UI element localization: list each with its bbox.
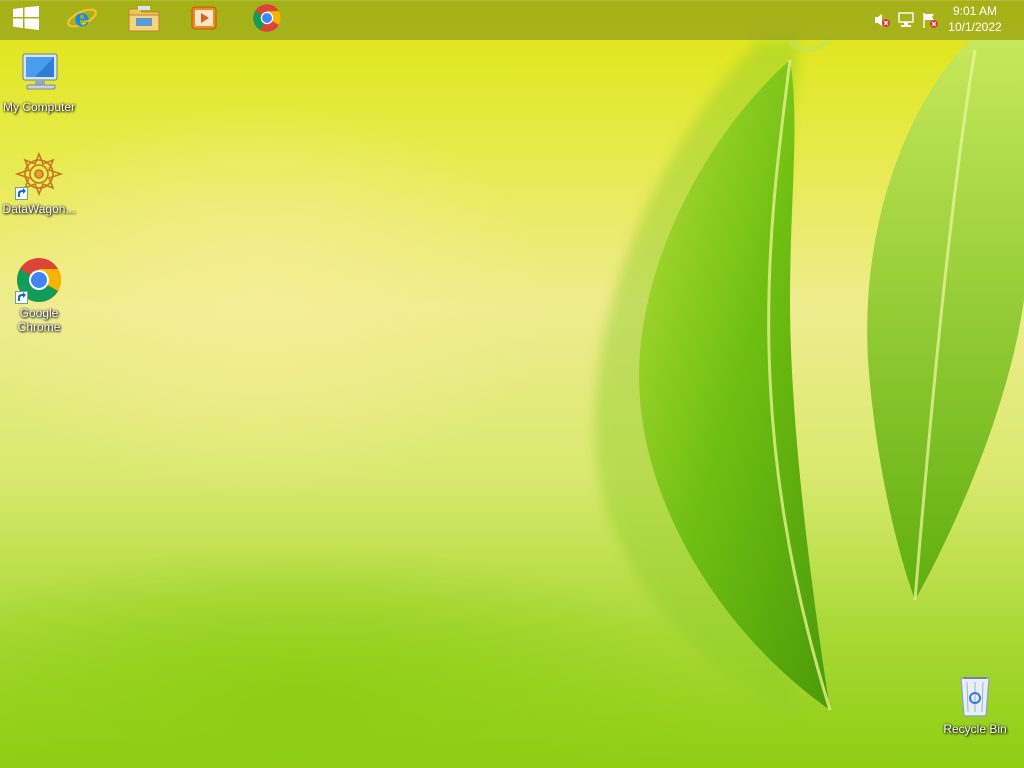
desktop-icon-my-computer[interactable]: My Computer	[0, 50, 79, 114]
datawagon-icon	[14, 151, 64, 200]
folder-icon	[128, 4, 160, 36]
desktop-icon-label: Recycle Bin	[943, 722, 1007, 736]
volume-muted-icon[interactable]	[873, 11, 891, 29]
taskbar: e 9:01 AM 10/1/2022	[0, 0, 1024, 40]
start-button[interactable]	[0, 0, 52, 40]
desktop-icon-label: Google Chrome	[17, 306, 61, 334]
clock-date: 10/1/2022	[948, 20, 1002, 34]
wallpaper-leaves	[594, 37, 1024, 720]
taskbar-google-chrome[interactable]	[241, 0, 293, 40]
system-clock[interactable]: 9:01 AM 10/1/2022	[940, 3, 1010, 35]
svg-text:e: e	[74, 3, 89, 32]
action-center-flag-icon[interactable]	[921, 11, 939, 29]
desktop-icon-google-chrome[interactable]: Google Chrome	[0, 256, 79, 334]
chrome-icon	[15, 256, 63, 304]
taskbar-internet-explorer[interactable]: e	[56, 0, 108, 40]
desktop-icon-datawagon[interactable]: DataWagon...	[0, 151, 79, 216]
taskbar-file-explorer[interactable]	[118, 0, 170, 40]
desktop-background: My Computer DataWagon... Google Chrome R…	[0, 0, 1024, 768]
shortcut-arrow-icon	[15, 187, 28, 200]
internet-explorer-icon: e	[66, 3, 98, 37]
clock-time: 9:01 AM	[952, 4, 998, 18]
media-player-icon	[190, 4, 218, 36]
network-icon[interactable]	[897, 11, 915, 29]
shortcut-arrow-icon	[15, 291, 28, 304]
chrome-icon	[252, 3, 282, 37]
desktop-icon-label: My Computer	[2, 100, 76, 114]
desktop-icon-label: DataWagon...	[2, 202, 76, 216]
windows-logo-icon	[13, 6, 39, 34]
taskbar-media-player[interactable]	[178, 0, 230, 40]
desktop-icon-recycle-bin[interactable]: Recycle Bin	[935, 672, 1015, 736]
recycle-bin-icon	[951, 672, 999, 720]
computer-icon	[15, 50, 63, 98]
